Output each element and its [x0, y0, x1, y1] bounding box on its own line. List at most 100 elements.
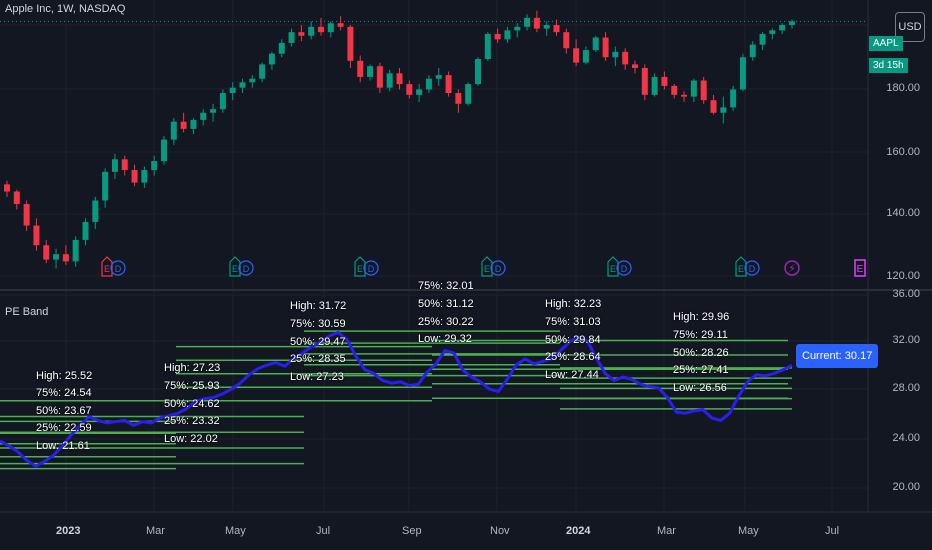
band-label-low: Low: 21.61: [36, 440, 90, 452]
band-label-high: High: 31.72: [290, 300, 347, 312]
band-label-75: 75%: 29.11: [673, 329, 728, 341]
candle-body: [239, 82, 246, 88]
candle-body: [445, 75, 452, 94]
band-label-25: 25%: 23.32: [164, 415, 220, 427]
band-label-high: High: 25.52: [36, 370, 93, 382]
earnings-marker-text: E: [357, 264, 363, 274]
current-pe-label: Current: 30.17: [796, 344, 879, 368]
candle-body: [494, 33, 501, 40]
time-tick: Jul: [825, 525, 840, 537]
candle-body: [779, 25, 786, 31]
candle-body: [298, 32, 305, 36]
candle-body: [170, 121, 177, 140]
candle-body: [357, 60, 364, 77]
dividend-marker-text: D: [368, 264, 375, 274]
price-tick: 180.00: [886, 82, 920, 94]
band-label-low: Low: 27.23: [290, 371, 344, 383]
candle-body: [465, 84, 472, 104]
time-tick: 2024: [566, 525, 591, 537]
candle-body: [789, 21, 795, 25]
candle-body: [141, 170, 148, 183]
time-tick: Mar: [146, 525, 165, 537]
candle-body: [219, 93, 226, 110]
time-tick: 2023: [56, 525, 81, 537]
chart-canvas: E D E D E D E D E D E D ⚡ E: [0, 0, 932, 550]
band-label-50: 50%: 28.26: [673, 347, 729, 359]
candle-body: [43, 245, 50, 260]
earnings-marker-text: E: [232, 264, 238, 274]
candle-body: [622, 51, 629, 65]
pe-tick: 24.00: [892, 432, 920, 444]
candle-body: [23, 204, 30, 226]
candle-body: [347, 26, 354, 61]
candle-body: [33, 225, 40, 246]
earnings-marker-text: E: [738, 264, 744, 274]
candle-body: [210, 109, 217, 113]
candle-body: [13, 191, 20, 205]
dividend-marker-text: D: [621, 264, 628, 274]
band-label-25: 25%: 27.41: [673, 364, 729, 376]
candle-body: [720, 107, 727, 113]
candle-body: [700, 80, 707, 101]
candle-body: [425, 78, 432, 90]
earnings-marker-text: E: [857, 264, 864, 275]
split-icon: ⚡: [788, 262, 796, 275]
band-label-50: 50%: 29.47: [290, 336, 346, 348]
candle-body: [435, 75, 442, 79]
candle-body: [769, 30, 776, 34]
candle-body: [416, 89, 423, 95]
band-label-25: 25%: 22.59: [36, 422, 92, 434]
dividend-marker-text: D: [495, 264, 502, 274]
band-label-high: High: 27.23: [164, 362, 221, 374]
band-label-75: 75%: 32.01: [418, 280, 474, 292]
price-tick: 120.00: [886, 270, 920, 282]
dividend-marker-text: D: [115, 264, 122, 274]
earnings-marker-text: E: [104, 264, 110, 274]
indicator-title[interactable]: PE Band: [5, 306, 48, 318]
candle-body: [278, 42, 285, 54]
pe-tick: 20.00: [892, 481, 920, 493]
band-label-50: 50%: 23.67: [36, 405, 92, 417]
bar-countdown: 3d 15h: [869, 58, 908, 73]
pe-tick: 28.00: [892, 382, 920, 394]
candle-body: [749, 44, 756, 58]
earnings-marker-text: E: [610, 264, 616, 274]
dividend-marker-text: D: [749, 264, 756, 274]
band-label-75: 75%: 30.59: [290, 318, 346, 330]
band-label-high: High: 32.23: [545, 298, 602, 310]
band-label-low: Low: 27.44: [545, 369, 599, 381]
time-tick: Nov: [490, 525, 510, 537]
candle-body: [190, 119, 197, 129]
candle-body: [632, 64, 638, 68]
candle-body: [563, 32, 570, 49]
candle-body: [337, 23, 344, 27]
candle-body: [92, 200, 99, 222]
candle-body: [475, 59, 481, 85]
candle-body: [4, 184, 10, 192]
candle-body: [651, 76, 658, 95]
candle-body: [484, 33, 491, 60]
time-tick: May: [738, 525, 759, 537]
candle-body: [318, 26, 324, 33]
pe-tick: 36.00: [892, 288, 920, 300]
band-label-low: Low: 29.32: [418, 333, 472, 345]
candle-body: [161, 139, 167, 162]
candle-body: [82, 221, 89, 240]
candle-body: [111, 159, 118, 172]
band-label-low: Low: 22.02: [164, 433, 218, 445]
band-label-50: 50%: 24.62: [164, 398, 220, 410]
band-label-75: 75%: 31.03: [545, 316, 601, 328]
candle-body: [308, 26, 315, 36]
candle-body: [592, 37, 599, 51]
candle-body: [504, 30, 511, 40]
band-label-high: High: 29.96: [673, 311, 730, 323]
candle-body: [151, 161, 158, 171]
chart-title: Apple Inc, 1W, NASDAQ: [5, 3, 126, 15]
candle-body: [739, 57, 746, 90]
candle-body: [690, 80, 697, 97]
candle-body: [543, 25, 550, 29]
candle-body: [53, 254, 60, 260]
candle-body: [327, 23, 334, 33]
band-label-25: 25%: 28.35: [290, 353, 346, 365]
candle-body: [759, 33, 766, 45]
